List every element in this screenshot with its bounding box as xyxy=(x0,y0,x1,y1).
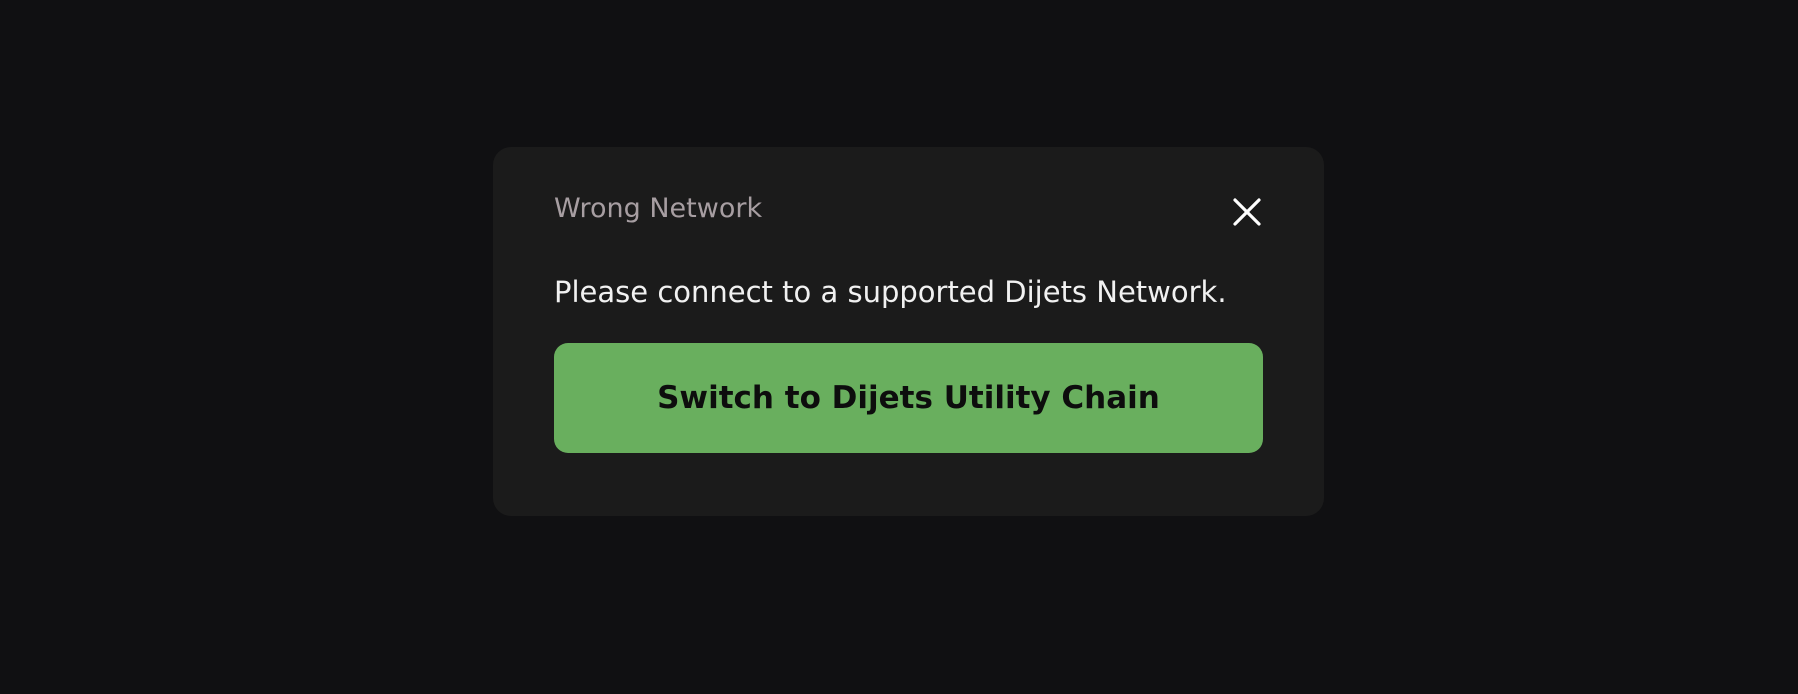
modal-title: Wrong Network xyxy=(554,193,763,224)
modal-message: Please connect to a supported Dijets Net… xyxy=(554,275,1227,309)
wrong-network-modal: Wrong Network Please connect to a suppor… xyxy=(493,147,1324,516)
close-button[interactable] xyxy=(1230,195,1264,229)
switch-network-button[interactable]: Switch to Dijets Utility Chain xyxy=(554,343,1263,453)
close-icon xyxy=(1232,197,1262,227)
